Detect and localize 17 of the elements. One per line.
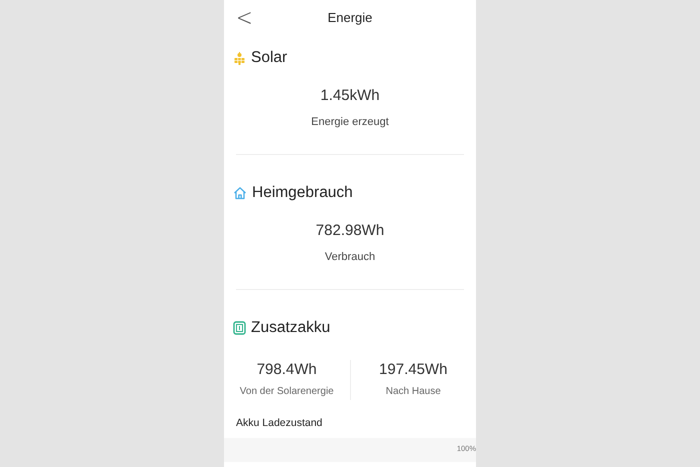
stat-label: Nach Hause [386,385,441,399]
stat-value: 798.4Wh [256,360,317,380]
stat-label: Verbrauch [324,250,376,265]
stat-value: 1.45kWh [320,86,380,106]
house-icon [233,186,247,200]
stat-value: 782.98Wh [316,221,384,241]
section-title: Heimgebrauch [252,184,353,202]
solar-panel-icon [233,52,246,64]
page-title: Energie [328,10,372,24]
stat-value: 197.45Wh [379,360,448,380]
section-title: Solar [251,49,288,67]
back-button[interactable]: < [232,2,257,32]
subheading: Akku Ladezustand [235,417,322,429]
stat-label: Energie erzeugt [311,115,389,130]
stat-label: Von der Solarenergie [240,385,334,399]
battery-icon [233,321,246,335]
section-title: Zusatzakku [251,319,330,337]
